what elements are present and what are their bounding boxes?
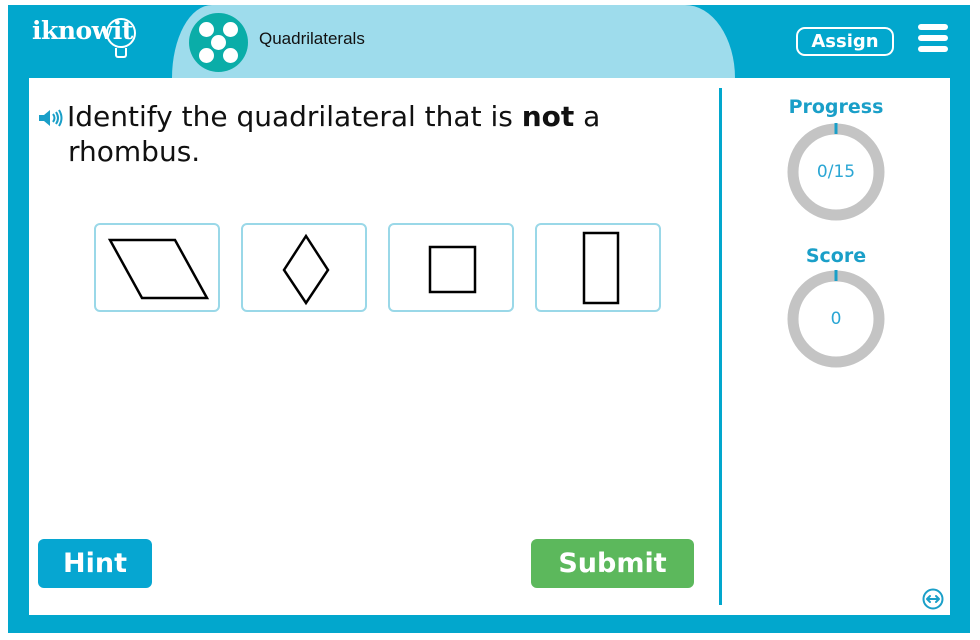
rhombus-shape: [282, 233, 330, 306]
question-emphasis: not: [521, 100, 575, 133]
progress-label: Progress: [788, 96, 884, 118]
square-shape: [428, 245, 477, 294]
choice-parallelogram[interactable]: [94, 223, 220, 312]
parallelogram-shape: [107, 238, 210, 300]
topic-title: Quadrilaterals: [259, 29, 365, 48]
question-text-end: a: [574, 100, 601, 133]
question-text-line2: rhombus.: [68, 134, 201, 168]
choice-rhombus[interactable]: [241, 223, 367, 312]
speaker-icon[interactable]: [37, 102, 65, 135]
rectangle-shape: [582, 231, 620, 305]
score-label: Score: [805, 245, 867, 267]
lightbulb-icon: [106, 18, 136, 48]
score-ring-marker: [834, 270, 838, 281]
choice-square[interactable]: [388, 223, 514, 312]
progress-value: 0/15: [816, 162, 856, 182]
panel-divider: [719, 88, 722, 605]
question-text: Identify the quadrilateral that is: [67, 100, 522, 133]
lightbulb-base-icon: [115, 48, 127, 58]
progress-ring-marker: [834, 123, 838, 134]
expand-horizontal-icon[interactable]: [922, 588, 944, 610]
hamburger-menu-icon[interactable]: [918, 24, 948, 52]
choice-rectangle[interactable]: [535, 223, 661, 312]
assign-button[interactable]: Assign: [796, 27, 894, 56]
hint-button[interactable]: Hint: [38, 539, 152, 588]
five-dots-icon: [189, 13, 248, 72]
topic-tab: [172, 5, 735, 78]
score-value: 0: [830, 309, 842, 329]
submit-button[interactable]: Submit: [531, 539, 694, 588]
question-prompt: Identify the quadrilateral that is not a…: [37, 100, 677, 168]
